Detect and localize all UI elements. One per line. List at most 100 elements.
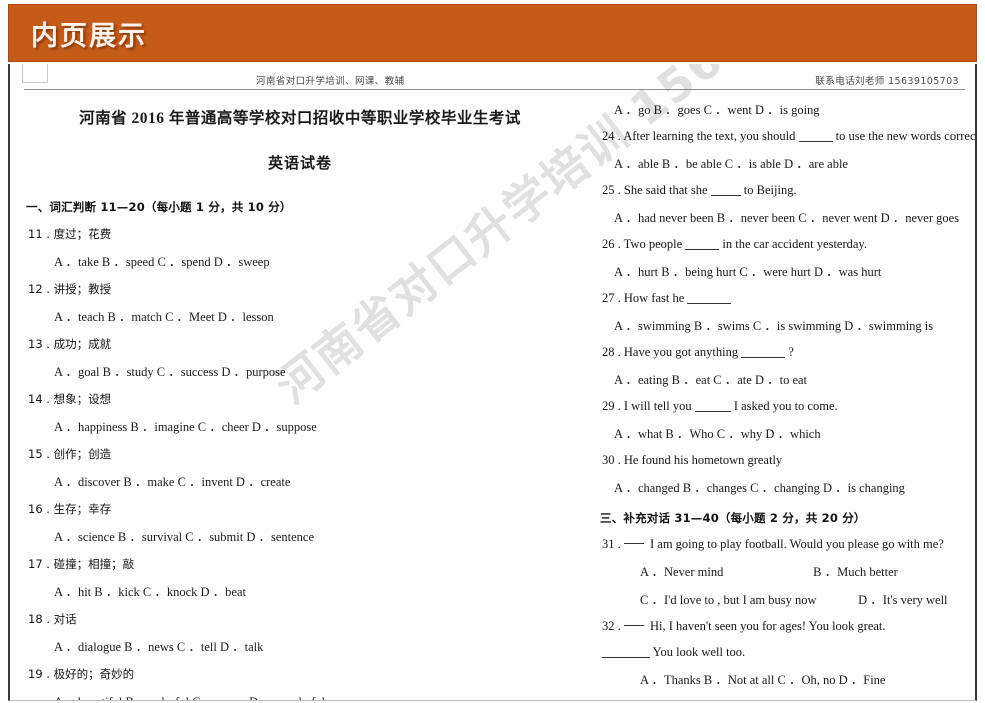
dialogue-options-row: C ．I'd love to , but I am busy now D ．It…	[640, 589, 968, 608]
question-text: 成功；成就	[53, 337, 112, 351]
dialogue-text: English is quite a difficult subject. I …	[650, 699, 935, 700]
question-text-a: I will tell you	[623, 399, 692, 413]
question-stem: 29 . I will tell you I asked you to come…	[602, 399, 968, 414]
document-page: 河南省对口升学培训、网课、教辅 联系电话刘老师 15639105703 河南省对…	[8, 64, 977, 701]
question-text: 极好的；奇妙的	[53, 667, 135, 681]
question-number: 28 .	[602, 345, 621, 359]
question-stem: 12 . 讲授；教授	[28, 281, 574, 297]
question-stem: 26 . Two people in the car accident yest…	[602, 237, 968, 252]
question-stem: 19 . 极好的；奇妙的	[28, 666, 574, 682]
dialogue-option-a: A ．Never mind	[640, 565, 724, 579]
question-stem: 30 . He found his hometown greatly	[602, 453, 968, 468]
dialogue-reply-text: You look well too.	[652, 645, 746, 659]
question-number: 11 .	[28, 227, 50, 241]
question-text-a: After learning the text, you should	[623, 129, 796, 143]
question-options: A ．beautiful B ．colorful C ．sunny D ．won…	[54, 691, 574, 700]
question-stem: 18 . 对话	[28, 611, 574, 627]
question-options: A ．changed B ．changes C ．changing D ．is …	[614, 481, 905, 495]
question-stem: 16 . 生存；幸存	[28, 501, 574, 517]
exam-title: 河南省 2016 年普通高等学校对口招收中等职业学校毕业生考试	[79, 110, 521, 127]
question-text-b: to use the new words correctly.	[835, 129, 977, 143]
question-number: 27 .	[602, 291, 621, 305]
question-text-a: Two people	[623, 237, 683, 251]
dialogue-text: Hi, I haven't seen you for ages! You loo…	[650, 619, 886, 633]
left-column: 河南省 2016 年普通高等学校对口招收中等职业学校毕业生考试 英语试卷 一、词…	[26, 92, 574, 700]
question-number: 16 .	[28, 502, 50, 516]
answer-blank	[685, 249, 720, 250]
question-options: A ．hit B ．kick C ．knock D ．beat	[54, 585, 246, 599]
right-column: A ．go B ．goes C ．went D ．is going 24 . A…	[600, 92, 975, 700]
question-item: 18 . 对话 A ．dialogue B ．news C ．tell D ．t…	[26, 611, 574, 655]
question-number: 19 .	[28, 667, 50, 681]
question-text: 讲授；教授	[53, 282, 112, 296]
question-options: A ．eating B ．eat C ．ate D ．to eat	[614, 373, 808, 387]
question-text: 创作；创造	[53, 447, 112, 461]
dialogue-dash	[623, 625, 644, 626]
question-text: 对话	[53, 612, 77, 626]
question-text: 生存；幸存	[53, 502, 112, 516]
answer-blank	[687, 303, 732, 304]
question-options: A ．had never been B ．never been C ．never…	[614, 211, 960, 225]
question-options: A ．teach B ．match C ．Meet D ．lesson	[54, 310, 274, 324]
answer-blank	[741, 357, 786, 358]
question-item: 15 . 创作；创造 A ．discover B ．make C ．invent…	[26, 446, 574, 490]
question-number: 29 .	[602, 399, 621, 413]
header-center-text: 河南省对口升学培训、网课、教辅	[256, 76, 405, 87]
dialogue-prompt: 32 . Hi, I haven't seen you for ages! Yo…	[602, 619, 968, 634]
question-number: 18 .	[28, 612, 50, 626]
dialogue-dash	[623, 543, 644, 544]
dialogue-text: I am going to play football. Would you p…	[650, 537, 944, 551]
question-item: 24 . After learning the text, you should…	[600, 129, 975, 172]
question-item: 16 . 生存；幸存 A ．science B ．survival C ．sub…	[26, 501, 574, 545]
question-options: A ．discover B ．make C ．invent D ．create	[54, 475, 291, 489]
answer-blank	[602, 657, 650, 658]
question-stem: 27 . How fast he	[602, 291, 968, 306]
question-options: A ．take B ．speed C ．spend D ．sweep	[54, 255, 270, 269]
dialogue-prompt: 33 . English is quite a difficult subjec…	[602, 699, 968, 700]
dialogue-option-c: C ．I'd love to , but I am busy now	[640, 593, 817, 607]
header-contact-text: 联系电话刘老师 15639105703	[815, 76, 959, 87]
question-options: A ．what B ．Who C ．why D ．which	[614, 427, 821, 441]
question-text: 度过；花费	[53, 227, 112, 241]
question-options: A ．science B ．survival C ．submit D ．sent…	[54, 530, 315, 544]
question-text-a: Have you got anything	[623, 345, 739, 359]
question-stem: 13 . 成功；成就	[28, 336, 574, 352]
question-item: 19 . 极好的；奇妙的 A ．beautiful B ．colorful C …	[26, 666, 574, 700]
question-text: 想象；设想	[53, 392, 112, 406]
section-heading-dialogue: 三、补充对话 31—40（每小题 2 分，共 20 分）	[600, 511, 866, 525]
question-item: 13 . 成功；成就 A ．goal B ．study C ．success D…	[26, 336, 574, 380]
question-options: A ．dialogue B ．news C ．tell D ．talk	[54, 640, 264, 654]
question-text-b: in the car accident yesterday.	[722, 237, 867, 251]
paper-title: 英语试卷	[267, 156, 332, 172]
question-item: 28 . Have you got anything ? A ．eating B…	[600, 345, 968, 388]
question-item: 12 . 讲授；教授 A ．teach B ．match C ．Meet D ．…	[26, 281, 574, 325]
dialogue-item: 33 . English is quite a difficult subjec…	[600, 699, 968, 700]
question-options: A ．hurt B ．being hurt C ．were hurt D ．wa…	[614, 265, 882, 279]
question-options: A ．able B ．be able C ．is able D ．are abl…	[614, 157, 848, 171]
question-text: 碰撞；相撞；敲	[53, 557, 135, 571]
dialogue-options: A ．Thanks B ．Not at all C ．Oh, no D ．Fin…	[640, 673, 886, 687]
dialogue-item: 32 . Hi, I haven't seen you for ages! Yo…	[600, 619, 968, 688]
question-text-b: I asked you to come.	[733, 399, 838, 413]
answer-blank	[798, 141, 833, 142]
question-number: 17 .	[28, 557, 50, 571]
dialogue-prompt: 31 . I am going to play football. Would …	[602, 537, 968, 552]
question-number: 25 .	[602, 183, 621, 197]
question-number: 26 .	[602, 237, 621, 251]
section-heading-vocabulary: 一、词汇判断 11—20（每小题 1 分，共 10 分）	[26, 200, 292, 214]
question-options: A ．swimming B ．swims C ．is swimming D ．s…	[614, 319, 934, 333]
question-item: 14 . 想象；设想 A ．happiness B ．imagine C ．ch…	[26, 391, 574, 435]
question-stem: 11 . 度过；花费	[28, 226, 574, 242]
question-item: 25 . She said that she to Beijing. A ．ha…	[600, 183, 968, 226]
dialogue-option-d: D ．It's very well	[858, 593, 948, 607]
page-banner: 内页展示	[8, 4, 977, 62]
question-item: 30 . He found his hometown greatly A ．ch…	[600, 453, 968, 496]
dialogue-reply: You look well too.	[602, 645, 968, 660]
question-number: 33 .	[602, 699, 621, 700]
question-options: A ．go B ．goes C ．went D ．is going	[614, 103, 820, 117]
document-running-header: 河南省对口升学培训、网课、教辅 联系电话刘老师 15639105703	[24, 73, 965, 87]
dialogue-option-b: B ．Much better	[813, 565, 898, 579]
question-stem: 15 . 创作；创造	[28, 446, 574, 462]
question-text-a: How fast he	[623, 291, 685, 305]
question-number: 15 .	[28, 447, 50, 461]
